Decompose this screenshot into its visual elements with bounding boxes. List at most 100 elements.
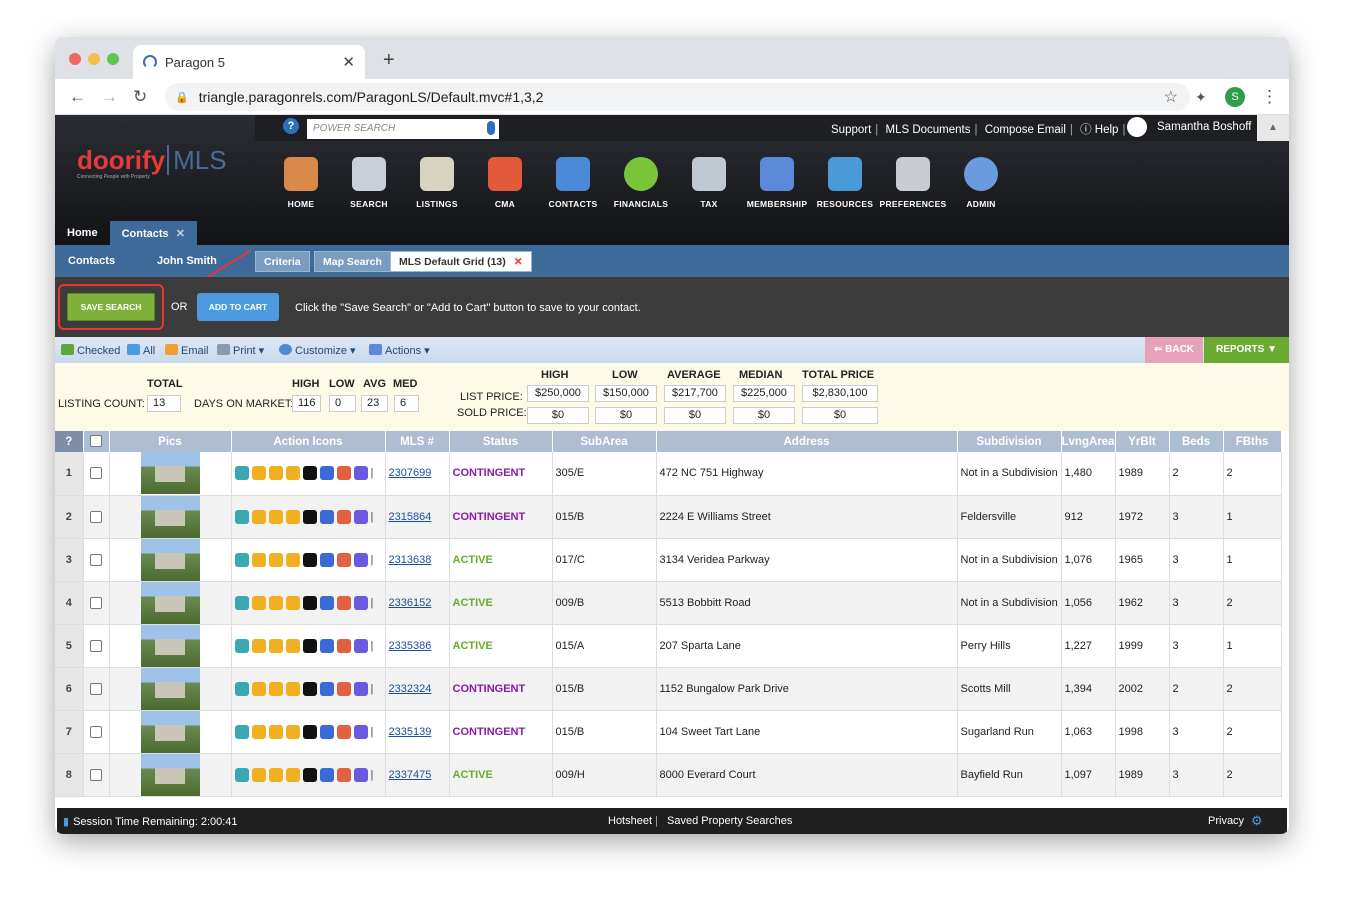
- settings-gear-icon[interactable]: ⚙: [1251, 813, 1263, 829]
- row-checkbox[interactable]: [90, 553, 102, 566]
- beds-column-header[interactable]: Beds: [1169, 431, 1224, 452]
- table-row[interactable]: 6 | 2332324 CONTINGENT 015/B 1152 Bungalow Pa…: [55, 667, 1282, 711]
- tour-icon[interactable]: [302, 724, 317, 739]
- row-checkbox[interactable]: [90, 768, 102, 781]
- mls-number-link[interactable]: 2307699: [389, 467, 432, 479]
- hotsheet-link[interactable]: Hotsheet: [608, 815, 652, 827]
- email-icon[interactable]: [268, 724, 283, 739]
- extensions-icon[interactable]: ✦: [1195, 89, 1207, 106]
- email-icon[interactable]: [268, 509, 283, 524]
- listing-photo[interactable]: [140, 753, 200, 795]
- pin-icon[interactable]: [336, 552, 351, 567]
- browser-tab[interactable]: Paragon 5 ✕: [133, 45, 365, 79]
- listing-photo[interactable]: [140, 624, 200, 666]
- bookmark-star-icon[interactable]: ☆: [1164, 87, 1178, 107]
- pin-icon[interactable]: [336, 767, 351, 782]
- new-tab-icon[interactable]: +: [383, 49, 395, 72]
- email-icon[interactable]: [268, 552, 283, 567]
- row-checkbox[interactable]: [90, 467, 102, 480]
- privacy-link[interactable]: Privacy: [1208, 815, 1244, 827]
- row-checkbox[interactable]: [90, 639, 102, 652]
- map-icon[interactable]: [251, 767, 266, 782]
- profile-avatar[interactable]: S: [1225, 87, 1245, 107]
- tour-icon[interactable]: [302, 466, 317, 481]
- verify-icon[interactable]: [319, 724, 334, 739]
- save-search-button[interactable]: SAVE SEARCH: [67, 293, 155, 321]
- photo-icon[interactable]: [234, 681, 249, 696]
- history-icon[interactable]: [353, 681, 368, 696]
- microphone-icon[interactable]: [487, 121, 495, 135]
- map-icon[interactable]: [251, 638, 266, 653]
- photo-icon[interactable]: [234, 724, 249, 739]
- photo-icon[interactable]: [234, 509, 249, 524]
- email-icon[interactable]: [268, 595, 283, 610]
- mls-number-link[interactable]: 2313638: [389, 554, 432, 566]
- row-checkbox[interactable]: [90, 682, 102, 695]
- photo-icon[interactable]: [234, 466, 249, 481]
- photo-icon[interactable]: [234, 767, 249, 782]
- listing-photo[interactable]: [140, 452, 200, 494]
- doorify-mls-logo[interactable]: doorify MLS Connecting People with Proper…: [77, 145, 227, 180]
- map-icon[interactable]: [251, 724, 266, 739]
- map-icon[interactable]: [251, 681, 266, 696]
- verify-icon[interactable]: [319, 466, 334, 481]
- table-row[interactable]: 4 | 2336152 ACTIVE 009/B 5513 Bobbitt Road Not…: [55, 581, 1282, 625]
- mls-number-link[interactable]: 2335139: [389, 726, 432, 738]
- tab-map-search[interactable]: Map Search: [314, 251, 391, 272]
- pin-icon[interactable]: [336, 595, 351, 610]
- tour-icon[interactable]: [302, 509, 317, 524]
- reload-icon[interactable]: ↻: [133, 87, 147, 107]
- forward-arrow-icon[interactable]: →: [101, 87, 118, 107]
- browser-menu-icon[interactable]: ⋮: [1261, 87, 1278, 107]
- nav-home[interactable]: HOME: [267, 157, 335, 209]
- saved-searches-link[interactable]: Saved Property Searches: [667, 815, 792, 827]
- nav-cma[interactable]: CMA: [471, 157, 539, 209]
- mls-number-link[interactable]: 2336152: [389, 597, 432, 609]
- all-button[interactable]: All: [127, 344, 155, 357]
- mls-number-link[interactable]: 2332324: [389, 683, 432, 695]
- support-link[interactable]: Support: [831, 124, 871, 136]
- verify-icon[interactable]: [319, 509, 334, 524]
- collapse-header-icon[interactable]: ▲: [1257, 115, 1289, 141]
- cart-icon[interactable]: [285, 509, 300, 524]
- history-icon[interactable]: [353, 466, 368, 481]
- tab-home[interactable]: Home: [55, 221, 110, 245]
- nav-tax[interactable]: TAX: [675, 157, 743, 209]
- nav-financials[interactable]: FINANCIALS: [607, 157, 675, 209]
- email-button[interactable]: Email: [165, 344, 209, 357]
- tour-icon[interactable]: [302, 681, 317, 696]
- row-checkbox[interactable]: [90, 596, 102, 609]
- help-link[interactable]: Help: [1095, 124, 1119, 136]
- year-built-column-header[interactable]: YrBlt: [1115, 431, 1170, 452]
- map-icon[interactable]: [251, 595, 266, 610]
- map-icon[interactable]: [251, 466, 266, 481]
- mls-number-link[interactable]: 2315864: [389, 511, 432, 523]
- email-icon[interactable]: [268, 466, 283, 481]
- table-row[interactable]: 1 | 2307699 CONTINGENT 305/E 472 NC 751 Highw…: [55, 452, 1282, 496]
- pin-icon[interactable]: [336, 466, 351, 481]
- close-grid-icon[interactable]: ✕: [514, 256, 523, 268]
- select-all-checkbox[interactable]: [90, 435, 102, 448]
- listing-photo[interactable]: [140, 495, 200, 537]
- pin-icon[interactable]: [336, 681, 351, 696]
- add-to-cart-button[interactable]: ADD TO CART: [197, 293, 279, 321]
- photo-icon[interactable]: [234, 638, 249, 653]
- address-column-header[interactable]: Address: [656, 431, 958, 452]
- status-column-header[interactable]: Status: [449, 431, 553, 452]
- history-icon[interactable]: [353, 767, 368, 782]
- close-window-button[interactable]: [69, 53, 81, 65]
- cart-icon[interactable]: [285, 595, 300, 610]
- tab-mls-default-grid[interactable]: MLS Default Grid (13) ✕: [390, 251, 532, 272]
- checked-button[interactable]: Checked: [61, 344, 120, 357]
- nav-membership[interactable]: MEMBERSHIP: [743, 157, 811, 209]
- nav-resources[interactable]: RESOURCES: [811, 157, 879, 209]
- address-bar[interactable]: 🔒 triangle.paragonrels.com/ParagonLS/Def…: [165, 83, 1190, 111]
- mls-number-link[interactable]: 2337475: [389, 769, 432, 781]
- cart-icon[interactable]: [285, 767, 300, 782]
- action-icons-column-header[interactable]: Action Icons: [231, 431, 386, 452]
- nav-contacts[interactable]: CONTACTS: [539, 157, 607, 209]
- tour-icon[interactable]: [302, 638, 317, 653]
- back-arrow-icon[interactable]: ←: [69, 87, 86, 107]
- cart-icon[interactable]: [285, 724, 300, 739]
- listing-photo[interactable]: [140, 581, 200, 623]
